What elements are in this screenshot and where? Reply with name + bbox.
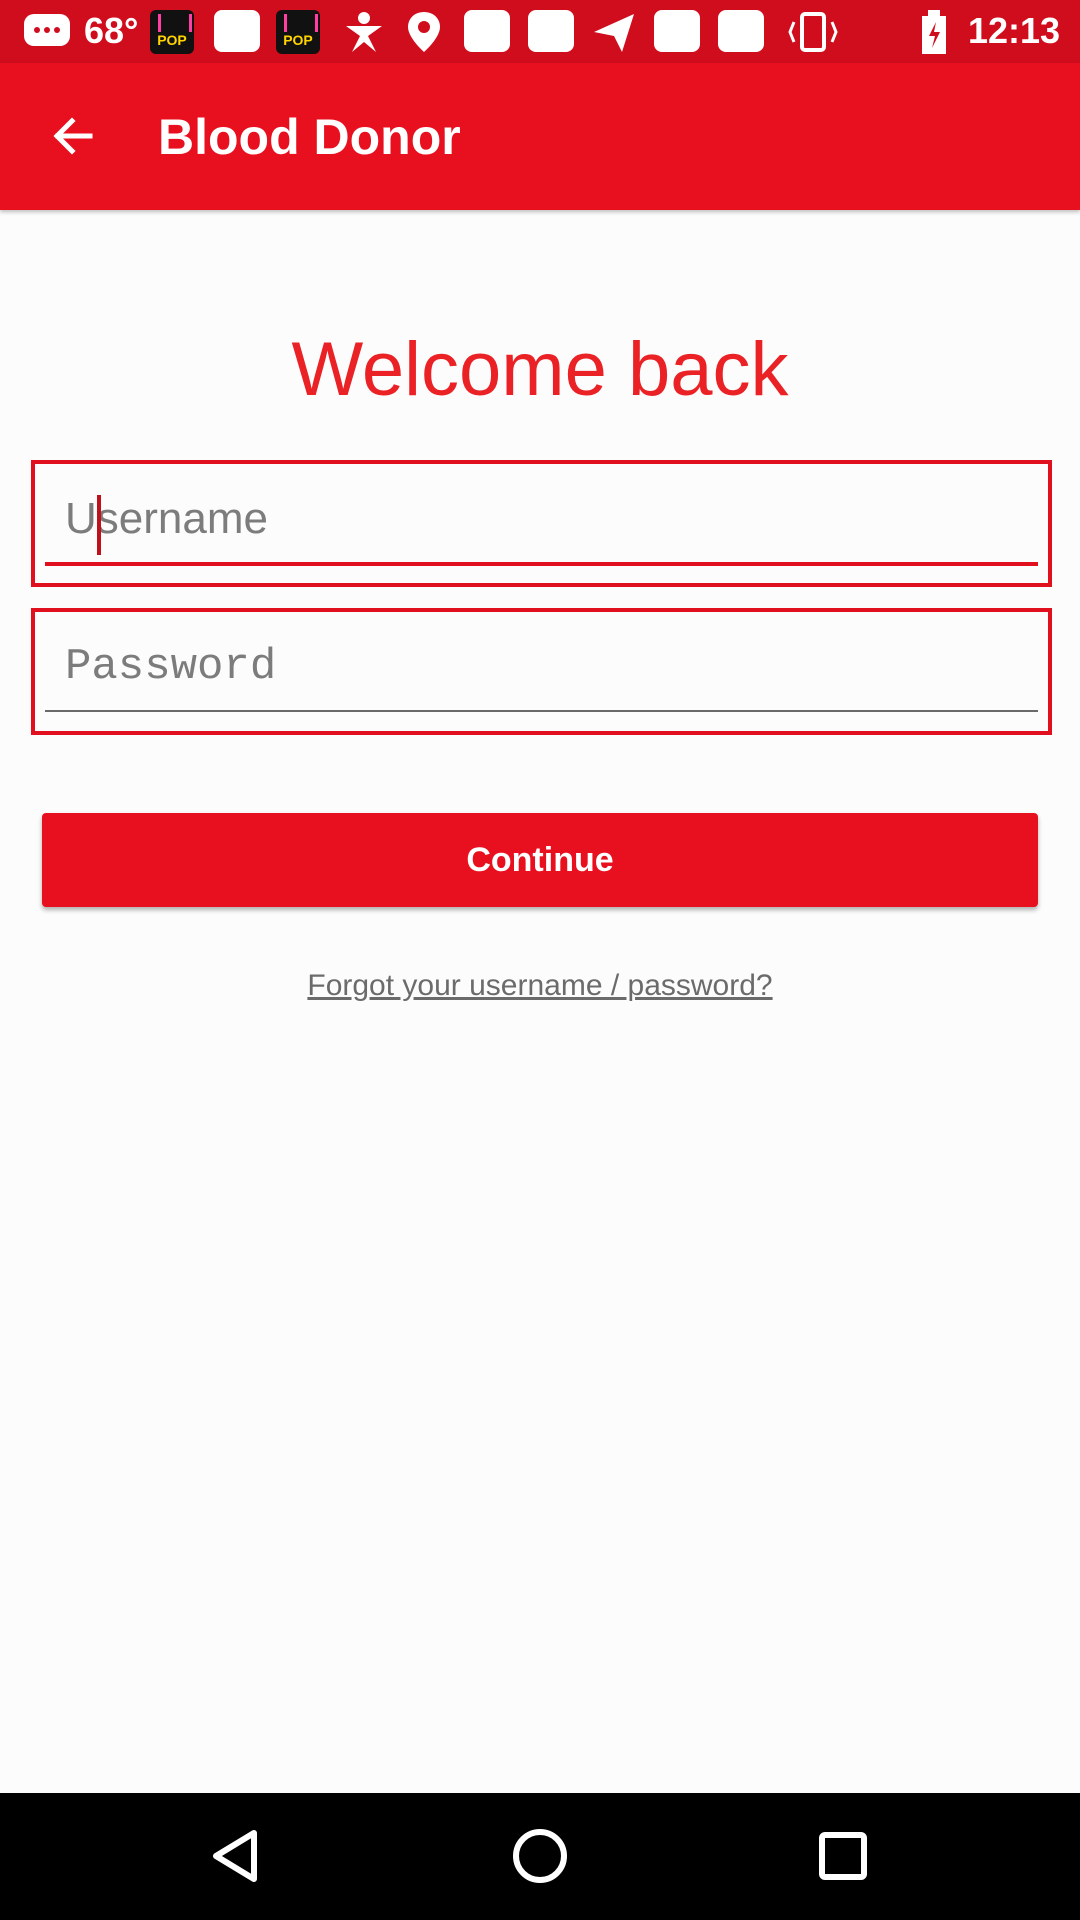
home-circle-icon[interactable] [505, 1821, 575, 1891]
message-icon [22, 10, 72, 57]
username-field-box [31, 460, 1052, 587]
welcome-heading: Welcome back [291, 327, 789, 412]
navigation-bar [0, 1793, 1080, 1920]
recents-square-icon[interactable] [808, 1821, 878, 1891]
temperature: 68° [84, 10, 139, 51]
pop-app-icon: POP [276, 10, 320, 54]
status-bar: 68° POP POP 12:13 [0, 0, 1080, 63]
password-input[interactable] [45, 624, 1038, 712]
pop-app-icon: POP [150, 10, 194, 54]
text-cursor [97, 495, 101, 555]
username-input[interactable] [45, 476, 1038, 566]
vibrate-icon [786, 10, 840, 59]
forgot-credentials-link[interactable]: Forgot your username / password? [0, 966, 1080, 1006]
notification-icon [464, 10, 510, 52]
figure-icon [342, 10, 386, 59]
back-button[interactable] [40, 103, 106, 169]
arrow-back-icon [53, 117, 93, 155]
app-bar: Blood Donor [0, 63, 1080, 210]
notification-icon [528, 10, 574, 52]
app-title: Blood Donor [158, 109, 461, 165]
back-triangle-icon[interactable] [202, 1821, 272, 1891]
notification-icon [654, 10, 700, 52]
location-icon [404, 10, 444, 59]
password-field-box [31, 608, 1052, 735]
notification-icon [718, 10, 764, 52]
continue-button[interactable]: Continue [42, 813, 1038, 907]
battery-icon [920, 10, 948, 61]
clock: 12:13 [968, 10, 1061, 51]
notification-icon [214, 10, 260, 52]
send-icon [592, 10, 636, 59]
